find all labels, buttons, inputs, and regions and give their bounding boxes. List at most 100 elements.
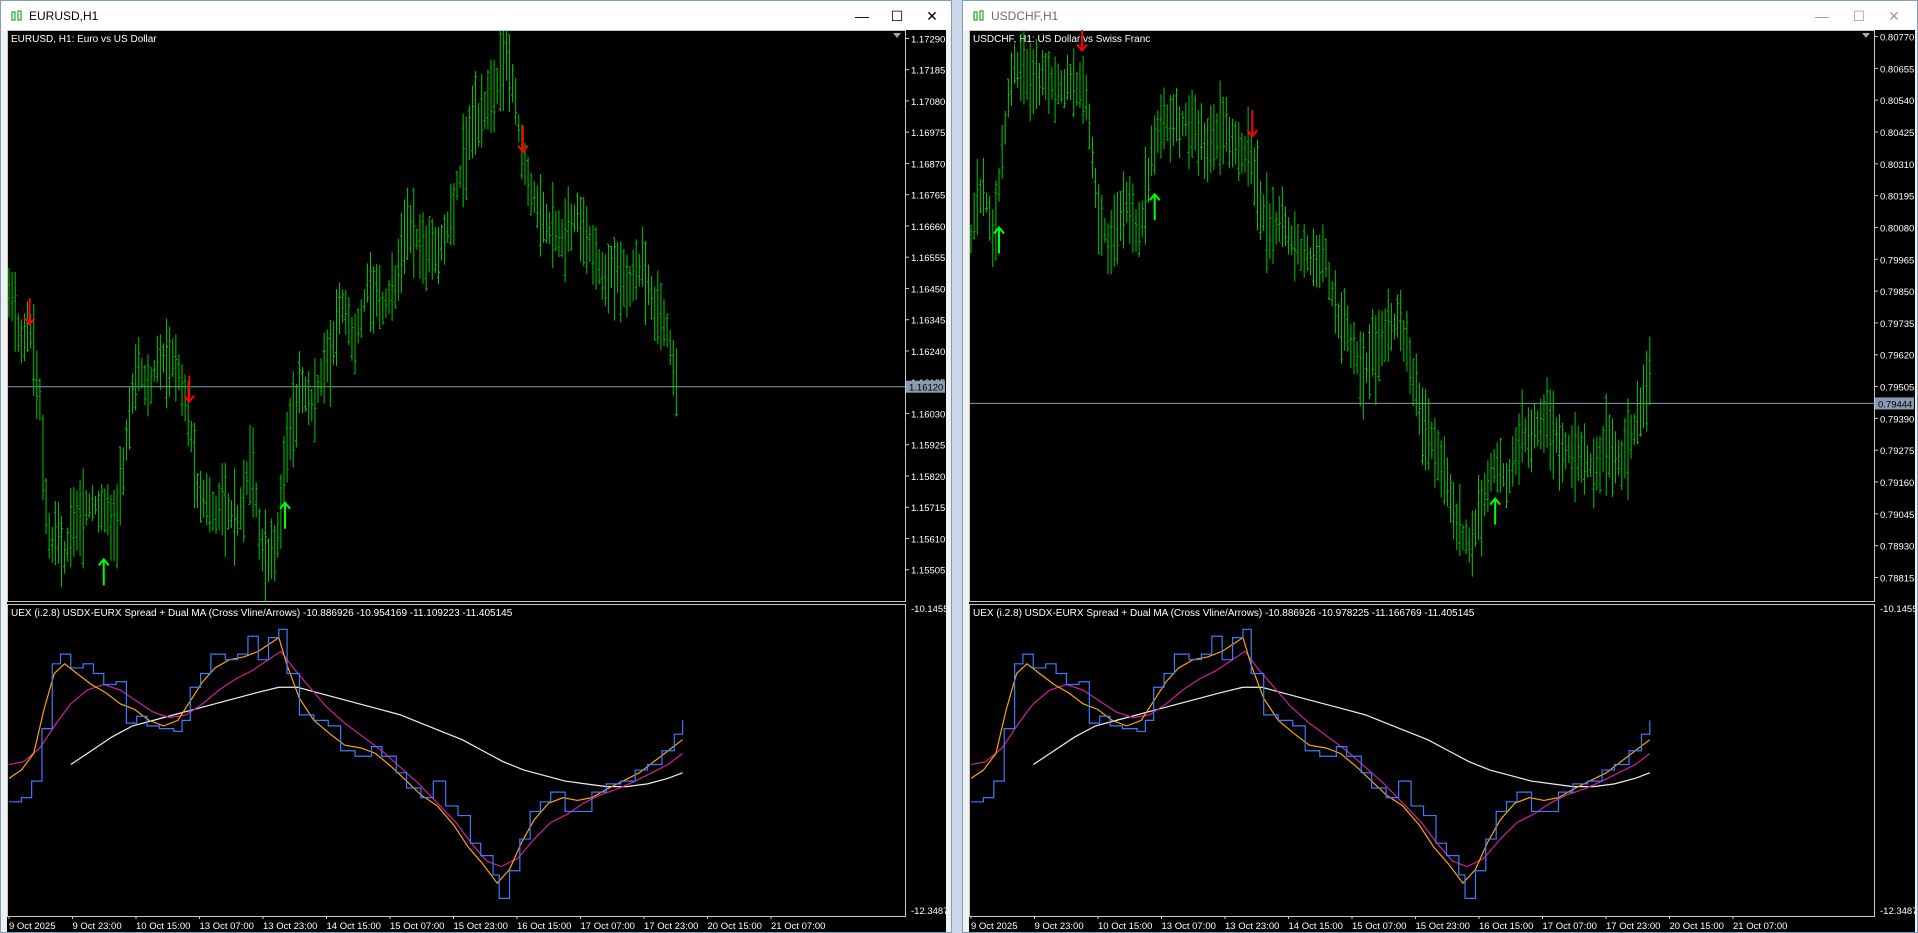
chart-menu-triangle-icon	[1862, 33, 1870, 38]
indicator-scale-min: -12.348768	[911, 906, 946, 917]
time-axis-label: 17 Oct 23:00	[1606, 921, 1660, 932]
time-axis-label: 20 Oct 15:00	[708, 921, 762, 932]
price-tick-label: 1.16765	[911, 191, 945, 202]
time-axis-label: 15 Oct 23:00	[1416, 921, 1470, 932]
minimize-button[interactable]: —	[1813, 7, 1831, 25]
time-axis-label: 9 Oct 23:00	[73, 921, 122, 932]
close-button[interactable]: ✕	[1885, 7, 1903, 25]
price-tick-label: 1.15505	[911, 566, 945, 577]
chart-symbol-label: EURUSD, H1: Euro vs US Dollar	[11, 34, 157, 45]
maximize-button[interactable]: ☐	[888, 7, 906, 25]
chart-icon	[11, 10, 22, 21]
indicator-fast-ma-line	[970, 636, 1651, 885]
time-axis-label: 13 Oct 07:00	[1162, 921, 1216, 932]
indicator-scale-max: -10.145509	[1880, 604, 1915, 615]
price-tick-label: 1.17185	[911, 66, 945, 77]
chart-area[interactable]: USDCHF, H1: US Dollar vs Swiss Franc UEX …	[969, 30, 1915, 932]
maximize-button[interactable]: ☐	[1850, 7, 1868, 25]
current-price-label: 0.79444	[1878, 399, 1912, 410]
time-axis-label: 21 Oct 07:00	[1733, 921, 1787, 932]
sell-arrow-icon	[1246, 110, 1259, 138]
time-axis-label: 20 Oct 15:00	[1670, 921, 1724, 932]
indicator-label: UEX (i.2.8) USDX-EURX Spread + Dual MA (…	[11, 608, 513, 619]
time-axis-label: 17 Oct 23:00	[644, 921, 698, 932]
time-axis-label: 15 Oct 23:00	[454, 921, 508, 932]
time-axis-label: 9 Oct 2025	[9, 921, 55, 932]
price-tick-label: 1.17080	[911, 97, 945, 108]
price-tick-label: 1.15820	[911, 472, 945, 483]
time-axis-label: 17 Oct 07:00	[581, 921, 635, 932]
price-tick-label: 1.16870	[911, 159, 945, 170]
price-tick-label: 0.79850	[1880, 287, 1914, 298]
time-axis-label: 15 Oct 07:00	[390, 921, 444, 932]
price-tick-label: 0.80195	[1880, 192, 1914, 203]
time-axis-label: 9 Oct 23:00	[1035, 921, 1084, 932]
chart-canvas[interactable]: EURUSD, H1: Euro vs US Dollar UEX (i.2.8)…	[7, 30, 946, 932]
price-tick-label: 0.79620	[1880, 351, 1914, 362]
price-tick-label: 0.80770	[1880, 33, 1914, 44]
time-axis-label: 16 Oct 15:00	[1479, 921, 1533, 932]
window-title: EURUSD,H1	[29, 9, 99, 23]
close-button[interactable]: ✕	[923, 7, 941, 25]
price-tick-label: 0.80080	[1880, 223, 1914, 234]
chart-symbol-label: USDCHF, H1: US Dollar vs Swiss Franc	[973, 34, 1150, 45]
price-tick-label: 0.80310	[1880, 160, 1914, 171]
indicator-spread-line	[9, 628, 684, 899]
indicator-fast-ma-line	[8, 636, 683, 885]
price-tick-label: 1.16240	[911, 347, 945, 358]
chart-canvas[interactable]: USDCHF, H1: US Dollar vs Swiss Franc UEX …	[969, 30, 1915, 932]
indicator-scale-max: -10.145509	[911, 604, 946, 615]
price-tick-label: 1.15925	[911, 441, 945, 452]
indicator-label: UEX (i.2.8) USDX-EURX Spread + Dual MA (…	[973, 608, 1475, 619]
price-tick-label: 1.16030	[911, 409, 945, 420]
indicator-pane-frame	[7, 604, 906, 917]
price-tick-label: 0.79965	[1880, 255, 1914, 266]
price-tick-label: 0.79735	[1880, 319, 1914, 330]
price-tick-label: 0.79390	[1880, 414, 1914, 425]
usdchf-chart-window[interactable]: USDCHF,H1 — ☐ ✕ USDCHF, H1: US Dollar vs…	[962, 0, 1918, 933]
buy-arrow-icon	[1489, 497, 1501, 525]
price-tick-label: 1.16450	[911, 284, 945, 295]
time-axis-label: 21 Oct 07:00	[771, 921, 825, 932]
sell-arrow-icon	[183, 375, 195, 404]
price-tick-label: 0.78815	[1880, 573, 1914, 584]
price-tick-label: 1.16660	[911, 222, 945, 233]
indicator-slow-ma-line	[1032, 686, 1651, 788]
chart-area[interactable]: EURUSD, H1: Euro vs US Dollar UEX (i.2.8)…	[7, 30, 946, 932]
buy-arrow-icon	[1148, 192, 1161, 221]
price-tick-label: 1.15610	[911, 534, 945, 545]
indicator-slow-ma-line	[70, 686, 683, 788]
time-axis-label: 9 Oct 2025	[971, 921, 1017, 932]
window-title: USDCHF,H1	[991, 9, 1059, 23]
minimize-button[interactable]: —	[853, 7, 871, 25]
time-axis-label: 17 Oct 07:00	[1543, 921, 1597, 932]
price-tick-label: 0.79160	[1880, 478, 1914, 489]
main-pane-frame	[7, 30, 906, 602]
time-axis-label: 13 Oct 07:00	[200, 921, 254, 932]
time-axis-label: 13 Oct 23:00	[1225, 921, 1279, 932]
price-tick-label: 0.80425	[1880, 128, 1914, 139]
time-axis-label: 10 Oct 15:00	[1098, 921, 1152, 932]
time-axis-label: 15 Oct 07:00	[1352, 921, 1406, 932]
indicator-mid-ma-line	[8, 650, 683, 868]
buy-arrow-icon	[279, 501, 291, 529]
time-axis-label: 14 Oct 15:00	[1289, 921, 1343, 932]
window-titlebar[interactable]: USDCHF,H1 — ☐ ✕	[963, 1, 1917, 31]
indicator-spread-line	[971, 628, 1651, 899]
eurusd-chart-window[interactable]: EURUSD,H1 — ☐ ✕ EURUSD, H1: Euro vs US D…	[0, 0, 952, 933]
time-axis-label: 16 Oct 15:00	[517, 921, 571, 932]
chart-menu-triangle-icon	[893, 33, 901, 38]
price-tick-label: 1.16975	[911, 128, 945, 139]
indicator-scale-min: -12.348768	[1880, 906, 1915, 917]
price-tick-label: 0.79275	[1880, 446, 1914, 457]
time-axis-label: 13 Oct 23:00	[263, 921, 317, 932]
price-tick-label: 1.17290	[911, 34, 945, 45]
main-pane-frame	[969, 30, 1875, 602]
indicator-pane-frame	[969, 604, 1875, 917]
price-tick-label: 1.16555	[911, 253, 945, 264]
price-tick-label: 0.79505	[1880, 383, 1914, 394]
time-axis-label: 10 Oct 15:00	[136, 921, 190, 932]
window-titlebar[interactable]: EURUSD,H1 — ☐ ✕	[1, 1, 951, 31]
time-axis-label: 14 Oct 15:00	[327, 921, 381, 932]
price-tick-label: 1.16345	[911, 316, 945, 327]
